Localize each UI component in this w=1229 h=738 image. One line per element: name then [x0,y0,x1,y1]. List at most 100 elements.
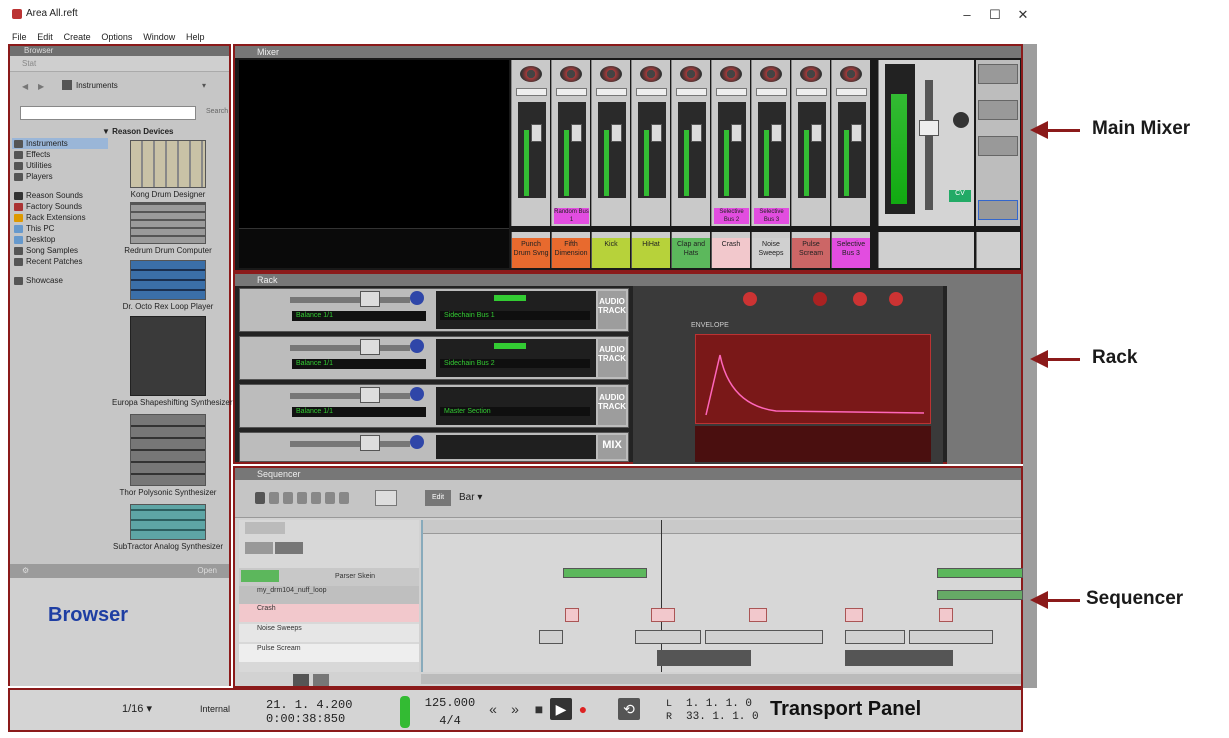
menu-file[interactable]: File [12,30,27,44]
sidebar-item-reason-sounds[interactable]: Reason Sounds [12,190,108,201]
channel-fader[interactable] [651,124,662,142]
minimize-button[interactable]: – [954,6,980,24]
song-position-display[interactable]: 21. 1. 4.200 0:00:38:850 [266,698,386,732]
device-dr-octo-rex[interactable]: Dr. Octo Rex Loop Player [112,260,224,311]
snap-toggle-button[interactable]: Edit [425,490,451,506]
hand-tool-icon[interactable] [339,492,349,504]
mute-solo-buttons[interactable] [516,88,547,96]
back-arrow-icon[interactable]: ◀ [22,82,28,91]
browser-tab[interactable]: Stat [10,56,229,72]
open-button[interactable]: Open [197,566,217,575]
track-toggle-button[interactable] [245,542,273,554]
record-icon[interactable]: ● [572,698,594,720]
play-icon[interactable]: ▶ [550,698,572,720]
fast-forward-icon[interactable]: » [504,698,526,720]
sidebar-item-players[interactable]: Players [12,171,108,182]
channel-fader[interactable] [531,124,542,142]
channel-strip[interactable] [831,60,870,226]
channel-knob[interactable] [840,66,862,82]
envelope-display[interactable] [695,334,931,424]
timeline-ruler[interactable] [423,520,1021,534]
synth-knob[interactable] [889,292,903,306]
razor-tool-icon[interactable] [297,492,307,504]
channel-name-label[interactable]: Noise Sweeps [751,232,790,268]
sequencer-clip[interactable] [937,568,1023,578]
output-lcd[interactable]: Sidechain Bus 2 [440,359,590,368]
rack-audio-track-3[interactable]: Balance 1/1 Master Section AUDIO TRACK [239,384,629,428]
sequencer-horizontal-scrollbar[interactable] [421,674,1021,684]
arrangement-lane[interactable] [421,520,1023,672]
pan-knob[interactable] [410,339,424,353]
sidebar-item-this-pc[interactable]: This PC [12,223,108,234]
close-button[interactable]: ✕ [1010,6,1036,24]
loop-toggle-icon[interactable]: ⟲ [618,698,640,720]
rack-navigator[interactable] [947,286,1021,464]
channel-fader[interactable] [691,124,702,142]
zoom-out-icon[interactable] [293,674,309,686]
location-dropdown-icon[interactable]: ▾ [202,81,206,90]
sequencer-clip[interactable] [705,630,823,644]
sidebar-item-recent-patches[interactable]: Recent Patches [12,256,108,267]
mute-solo-buttons[interactable] [596,88,627,96]
track-row[interactable]: Pulse Scream [239,644,419,662]
channel-fader[interactable] [360,387,380,403]
sequencer-clip[interactable] [845,630,905,644]
device-europa[interactable]: Europa Shapeshifting Synthesizer [112,316,233,407]
sequencer-clip[interactable] [539,630,563,644]
sequencer-clip[interactable] [909,630,993,644]
synth-knob[interactable] [853,292,867,306]
browser-settings-icon[interactable]: ⚙ [22,566,29,575]
track-row[interactable]: Noise Sweeps [239,624,419,642]
synth-knob[interactable] [813,292,827,306]
zoom-in-icon[interactable] [313,674,329,686]
master-fader[interactable] [919,120,939,136]
sequencer-clip[interactable] [657,650,751,666]
menu-edit[interactable]: Edit [37,30,53,44]
rack-audio-track-2[interactable]: Balance 1/1 Sidechain Bus 2 AUDIO TRACK [239,336,629,380]
output-lcd[interactable]: Sidechain Bus 1 [440,311,590,320]
output-lcd[interactable]: Master Section [440,407,590,416]
new-alt-button[interactable] [375,490,397,506]
loop-locators[interactable]: 1. 1. 1. 0 33. 1. 1. 0 [686,698,776,732]
mute-tool-icon[interactable] [311,492,321,504]
rack-audio-track-1[interactable]: Balance 1/1 Sidechain Bus 1 AUDIO TRACK [239,288,629,332]
channel-fader[interactable] [571,124,582,142]
synth-knob[interactable] [743,292,757,306]
channel-strip[interactable] [631,60,670,226]
mute-solo-buttons[interactable] [716,88,747,96]
channel-knob[interactable] [760,66,782,82]
pencil-tool-icon[interactable] [269,492,279,504]
modulation-table[interactable] [695,426,931,462]
channel-name-label[interactable]: Clap and Hats [671,232,710,268]
sidebar-item-effects[interactable]: Effects [12,149,108,160]
channel-name-label[interactable]: Crash [711,232,750,268]
mute-solo-buttons[interactable] [796,88,827,96]
channel-fader[interactable] [360,339,380,355]
sidebar-item-instruments[interactable]: Instruments [12,138,108,149]
select-tool-icon[interactable] [255,492,265,504]
stop-icon[interactable]: ■ [528,698,550,720]
device-redrum[interactable]: Redrum Drum Computer [112,202,224,255]
track-row[interactable]: Crash [239,604,419,622]
sequencer-clip[interactable] [845,650,953,666]
channel-name-label[interactable]: HiHat [631,232,670,268]
channel-knob[interactable] [800,66,822,82]
menu-help[interactable]: Help [186,30,205,44]
track-toggle-button[interactable] [275,542,303,554]
sequencer-clip[interactable] [565,608,579,622]
channel-knob[interactable] [640,66,662,82]
channel-fader[interactable] [360,291,380,307]
location-label[interactable]: Instruments [76,81,118,90]
channel-strip[interactable] [791,60,830,226]
pan-knob[interactable] [410,291,424,305]
channel-fader[interactable] [851,124,862,142]
pan-knob[interactable] [410,435,424,449]
quantize-value[interactable]: 1/16 ▾ [122,702,168,736]
tempo-display[interactable]: 125.000 4/4 [420,696,480,730]
channel-fader[interactable] [611,124,622,142]
channel-knob[interactable] [560,66,582,82]
sequencer-clip[interactable] [651,608,675,622]
sequencer-clip[interactable] [749,608,767,622]
channel-knob[interactable] [680,66,702,82]
search-button[interactable]: Search [206,108,228,115]
